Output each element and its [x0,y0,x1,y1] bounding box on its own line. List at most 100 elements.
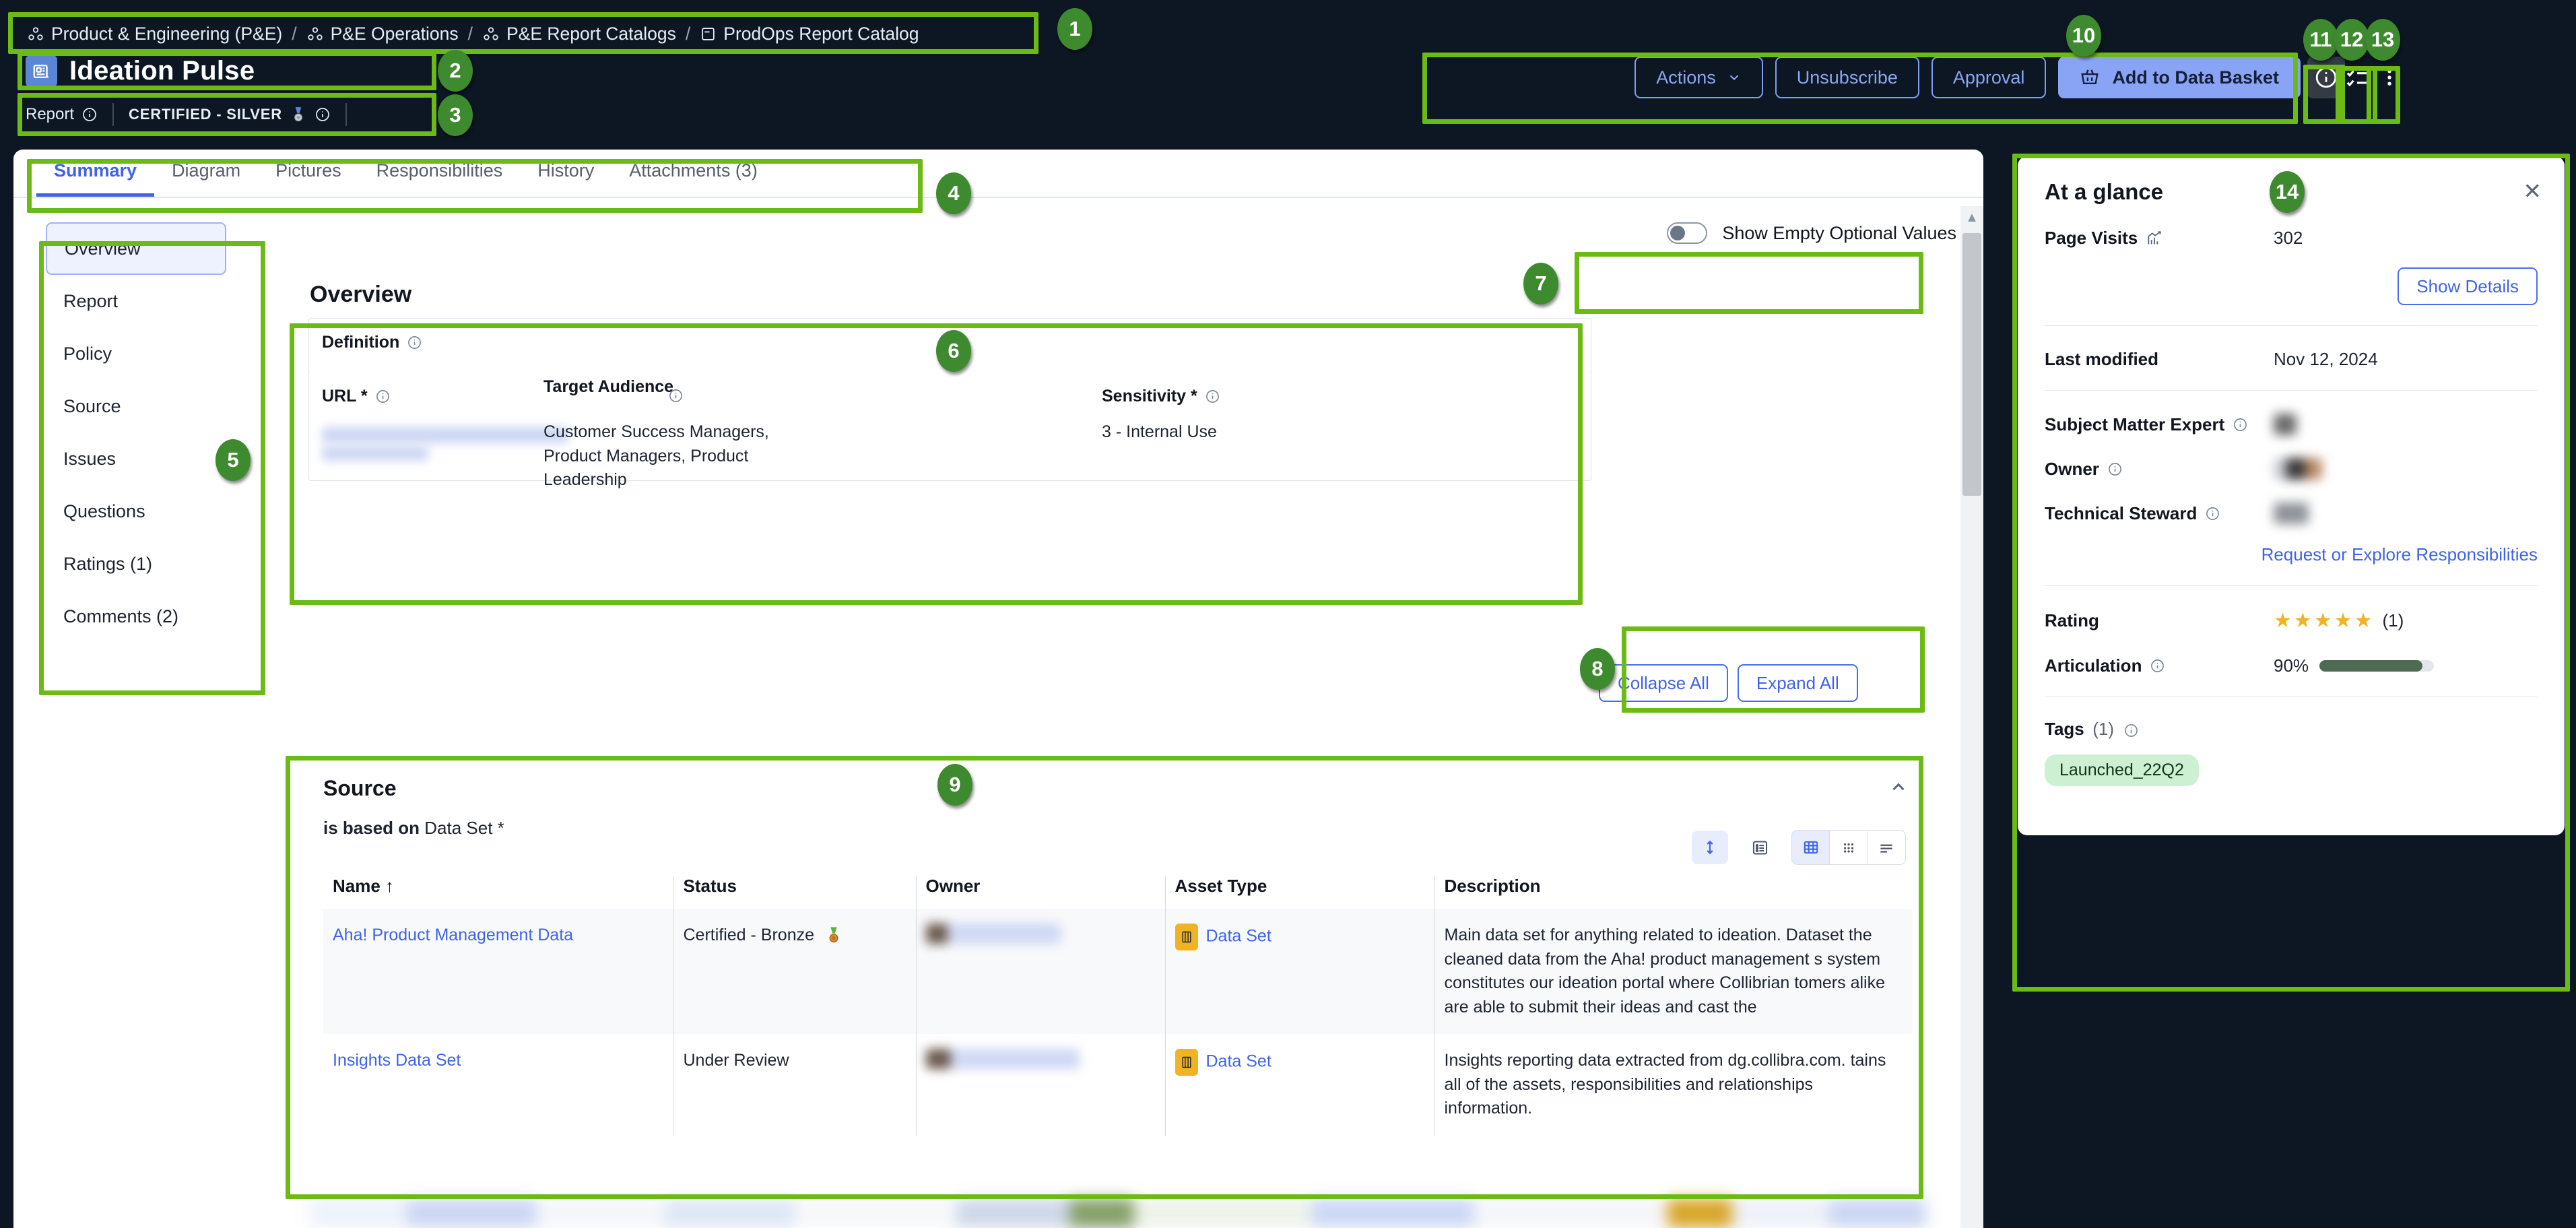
annotation-badge-1: 1 [1057,8,1092,50]
cell-description: Insights reporting data extracted from d… [1434,1034,1913,1136]
table-row[interactable]: Aha! Product Management Data Certified -… [323,909,1913,1034]
show-empty-optional-values-toggle[interactable]: Show Empty Optional Values [1667,222,1956,244]
sidebar-item-label: Comments (2) [63,606,178,627]
asset-meta-row: Report CERTIFIED - SILVER [26,100,362,129]
column-header-description[interactable]: Description [1434,876,1913,909]
breadcrumb-item-1[interactable]: P&E Operations [331,24,459,44]
info-icon[interactable] [2205,506,2220,521]
asset-title-row: Ideation Pulse [26,55,255,87]
tags-section: Tags (1) Launched_22Q2 [2045,719,2538,786]
scrollbar-thumb[interactable] [1962,233,1981,496]
annotation-badge-5: 5 [216,439,251,481]
tab-pictures[interactable]: Pictures [258,150,359,197]
asset-link[interactable]: Insights Data Set [333,1051,461,1070]
toggle-switch[interactable] [1667,222,1707,244]
add-to-data-basket-button[interactable]: Add to Data Basket [2058,57,2301,98]
chevron-down-icon [1727,70,1742,85]
main-content-card: Summary Diagram Pictures Responsibilitie… [13,150,1983,1228]
divider [2045,585,2538,586]
tags-label: Tags [2045,719,2084,739]
request-explore-responsibilities-link[interactable]: Request or Explore Responsibilities [2261,544,2538,565]
grid-view-icon[interactable] [1792,831,1830,864]
card-view-icon[interactable] [1830,831,1868,864]
annotation-badge-6: 6 [936,330,971,372]
sidebar-item-comments[interactable]: Comments (2) [46,590,226,643]
tab-responsibilities-label: Responsibilities [376,160,503,181]
asset-link[interactable]: Aha! Product Management Data [333,926,573,944]
breadcrumb-item-3[interactable]: ProdOps Report Catalog [723,24,919,44]
sidebar-item-overview[interactable]: Overview [46,222,226,275]
definition-label-row: Definition [322,333,422,352]
info-icon[interactable] [2107,461,2123,477]
chart-icon [2146,230,2163,247]
row-height-icon[interactable] [1692,831,1728,864]
steward-value [2274,503,2309,524]
approval-button[interactable]: Approval [1931,57,2047,98]
info-icon[interactable] [375,389,391,404]
rating-stars[interactable]: ★★★★★ [2274,609,2374,633]
show-details-button[interactable]: Show Details [2398,267,2538,305]
sensitivity-value: 3 - Internal Use [1102,420,1217,445]
owner-row: Owner [2045,458,2538,480]
cell-asset-type: Data Set [1165,909,1434,1034]
info-icon[interactable] [668,388,684,403]
sidebar-item-questions[interactable]: Questions [46,485,226,538]
annotation-badge-2: 2 [438,50,473,92]
sidebar-item-issues[interactable]: Issues [46,432,226,485]
column-header-name[interactable]: Name ↑ [323,876,673,909]
articulation-row: Articulation 90% [2045,655,2538,676]
annotation-badge-11: 11 [2303,19,2338,61]
compact-view-icon[interactable] [1868,831,1905,864]
chevron-up-icon[interactable] [1888,777,1909,800]
asset-type-link[interactable]: Data Set [1206,927,1272,946]
sidebar-item-label: Questions [63,501,145,522]
source-heading: Source [323,776,396,801]
asset-type-link[interactable]: Data Set [1206,1052,1272,1071]
info-icon[interactable] [1205,389,1220,404]
add-to-data-basket-label: Add to Data Basket [2112,67,2279,88]
expand-all-button[interactable]: Expand All [1738,664,1858,702]
sidebar-item-ratings[interactable]: Ratings (1) [46,538,226,590]
sidebar-item-report[interactable]: Report [46,275,226,327]
sidebar-item-policy[interactable]: Policy [46,327,226,380]
breadcrumb-separator: / [468,24,473,44]
tab-responsibilities[interactable]: Responsibilities [359,150,521,197]
page-title: Ideation Pulse [69,56,255,86]
scrollbar[interactable]: ▲ [1960,206,1983,1228]
table-row[interactable]: Insights Data Set Under Review Data Set … [323,1034,1913,1136]
scroll-up-arrow[interactable]: ▲ [1960,206,1983,229]
toggle-knob [1670,226,1685,240]
tag-chip[interactable]: Launched_22Q2 [2045,754,2199,786]
tab-history[interactable]: History [520,150,612,197]
steward-label: Technical Steward [2045,503,2197,524]
info-icon[interactable] [315,106,331,123]
sidebar-item-source[interactable]: Source [46,380,226,432]
tab-diagram-label: Diagram [172,160,240,181]
more-vertical-icon[interactable] [2371,57,2408,98]
source-relation: is based on Data Set * [323,818,504,839]
list-detail-icon[interactable] [1742,831,1778,864]
collapse-all-button[interactable]: Collapse All [1599,664,1728,702]
info-icon[interactable] [81,106,98,123]
sensitivity-label: Sensitivity * [1102,387,1197,406]
page-visits-label: Page Visits [2045,228,2138,249]
info-icon[interactable] [407,335,422,350]
breadcrumb-item-0[interactable]: Product & Engineering (P&E) [51,24,282,44]
page-visits-row: Page Visits 302 [2045,228,2538,249]
info-icon[interactable] [2233,417,2248,432]
data-set-icon [1175,1049,1198,1076]
actions-button[interactable]: Actions [1634,57,1763,98]
column-header-asset-type[interactable]: Asset Type [1165,876,1434,909]
unsubscribe-button[interactable]: Unsubscribe [1775,57,1919,98]
breadcrumb-item-2[interactable]: P&E Report Catalogs [506,24,676,44]
column-header-status[interactable]: Status [673,876,916,909]
info-icon[interactable] [2150,658,2165,674]
tab-attachments[interactable]: Attachments (3) [612,150,775,197]
tab-summary[interactable]: Summary [36,150,154,197]
column-header-owner[interactable]: Owner [916,876,1165,909]
close-icon[interactable]: ✕ [2523,178,2542,204]
table-view-toolbar [1692,830,1906,865]
expand-collapse-toolbar: Collapse All Expand All [1599,664,1858,702]
info-icon[interactable] [2123,723,2139,738]
tab-diagram[interactable]: Diagram [154,150,258,197]
